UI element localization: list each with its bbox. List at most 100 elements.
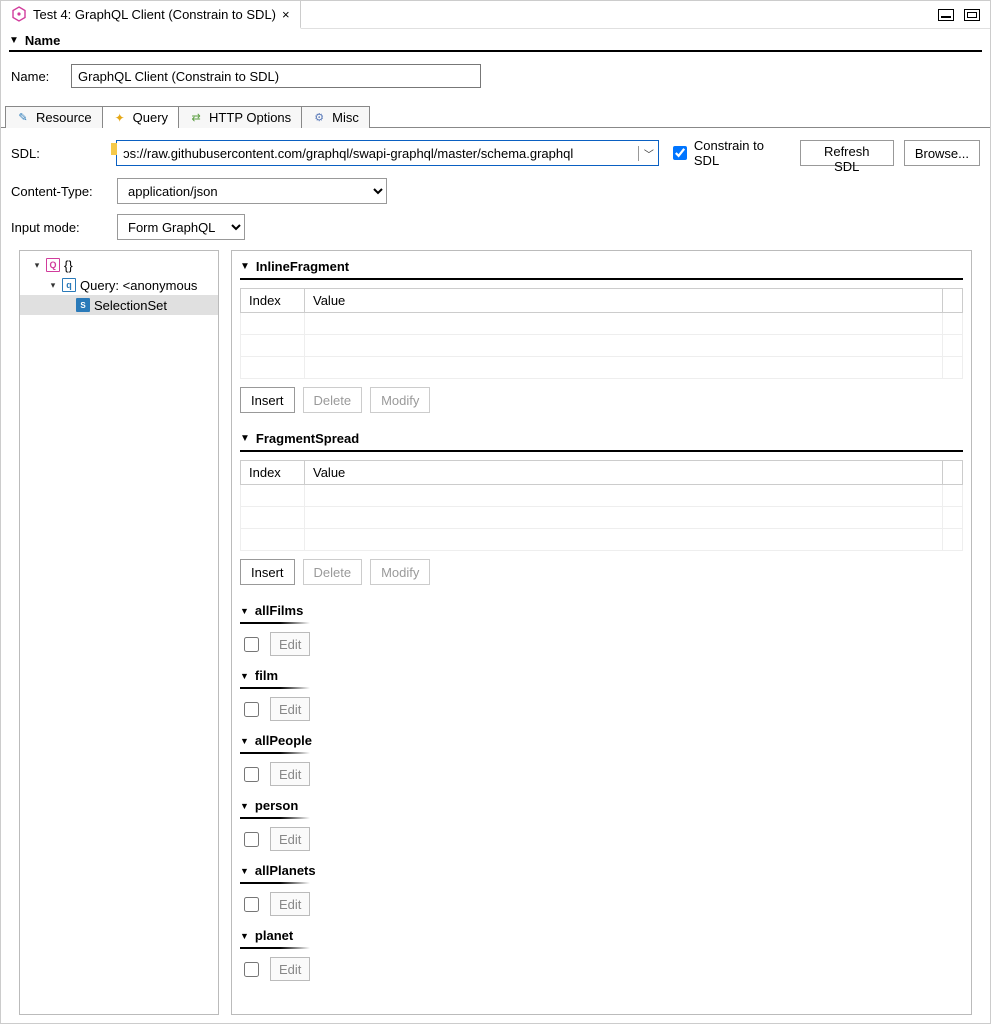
col-spacer	[943, 289, 963, 313]
field-enable-checkbox[interactable]	[244, 897, 259, 912]
field-planet: ▼ planet Edit	[240, 926, 963, 981]
modify-button: Modify	[370, 559, 430, 585]
change-marker-icon	[111, 143, 117, 155]
field-enable-checkbox[interactable]	[244, 767, 259, 782]
name-section-title: Name	[25, 33, 60, 48]
tab-resource-label: Resource	[36, 110, 92, 125]
collapse-icon[interactable]: ▼	[240, 606, 249, 616]
tab-misc[interactable]: ⚙ Misc	[301, 106, 370, 128]
modify-button: Modify	[370, 387, 430, 413]
section-divider	[240, 687, 310, 689]
inline-fragment-section: ▼ InlineFragment Index Value	[240, 257, 963, 413]
section-divider	[240, 882, 310, 884]
constrain-checkbox[interactable]: Constrain to SDL	[669, 138, 789, 168]
field-person: ▼ person Edit	[240, 796, 963, 851]
insert-button[interactable]: Insert	[240, 559, 295, 585]
edit-button[interactable]: Edit	[270, 697, 310, 721]
input-mode-select[interactable]: Form GraphQL	[117, 214, 245, 240]
field-enable-checkbox[interactable]	[244, 637, 259, 652]
col-value[interactable]: Value	[305, 289, 943, 313]
field-title: person	[255, 798, 298, 813]
refresh-sdl-button[interactable]: Refresh SDL	[800, 140, 894, 166]
collapse-icon[interactable]: ▼	[240, 931, 249, 941]
edit-button[interactable]: Edit	[270, 892, 310, 916]
minimize-icon[interactable]	[938, 9, 954, 21]
edit-button[interactable]: Edit	[270, 827, 310, 851]
field-title: allPlanets	[255, 863, 316, 878]
tree-root-label: {}	[64, 258, 73, 273]
edit-button[interactable]: Edit	[270, 632, 310, 656]
field-enable-checkbox[interactable]	[244, 962, 259, 977]
inline-fragment-table[interactable]: Index Value	[240, 288, 963, 379]
collapse-icon[interactable]: ▼	[9, 35, 19, 46]
tree-root[interactable]: ▾ Q {}	[20, 255, 218, 275]
constrain-checkbox-input[interactable]	[673, 146, 687, 160]
collapse-icon[interactable]: ▼	[240, 433, 250, 444]
insert-button[interactable]: Insert	[240, 387, 295, 413]
field-allFilms: ▼ allFilms Edit	[240, 601, 963, 656]
table-row[interactable]	[241, 335, 963, 357]
edit-button[interactable]: Edit	[270, 762, 310, 786]
input-mode-label: Input mode:	[11, 220, 109, 235]
field-allPlanets: ▼ allPlanets Edit	[240, 861, 963, 916]
tab-http-options[interactable]: ⇄ HTTP Options	[178, 106, 302, 128]
field-title: allFilms	[255, 603, 303, 618]
query-panel: SDL: ﹀ Constrain to SDL Refresh SDL Brow…	[1, 128, 990, 1023]
chevron-down-icon[interactable]: ▾	[48, 280, 58, 291]
table-row[interactable]	[241, 529, 963, 551]
field-enable-checkbox[interactable]	[244, 702, 259, 717]
table-row[interactable]	[241, 313, 963, 335]
fragment-spread-table[interactable]: Index Value	[240, 460, 963, 551]
selection-badge-icon: S	[76, 298, 90, 312]
constrain-label: Constrain to SDL	[694, 138, 790, 168]
collapse-icon[interactable]: ▼	[240, 866, 249, 876]
chevron-down-icon[interactable]: ﹀	[638, 146, 658, 161]
field-title: planet	[255, 928, 293, 943]
editor-tab[interactable]: Test 4: GraphQL Client (Constrain to SDL…	[1, 1, 301, 29]
browse-button[interactable]: Browse...	[904, 140, 980, 166]
name-input[interactable]	[71, 64, 481, 88]
col-index[interactable]: Index	[241, 461, 305, 485]
tab-resource[interactable]: ✎ Resource	[5, 106, 103, 128]
gear-icon: ⇄	[189, 111, 203, 125]
fragment-spread-section: ▼ FragmentSpread Index Value	[240, 429, 963, 585]
field-header: ▼ person	[240, 796, 963, 815]
tree-panel[interactable]: ▾ Q {} ▾ q Query: <anonymous S Selection…	[19, 250, 219, 1015]
col-value[interactable]: Value	[305, 461, 943, 485]
collapse-icon[interactable]: ▼	[240, 261, 250, 272]
table-row[interactable]	[241, 357, 963, 379]
star-icon: ✦	[113, 111, 127, 125]
tree-query-label: Query: <anonymous	[80, 278, 197, 293]
section-divider	[240, 817, 310, 819]
close-icon[interactable]: ×	[282, 7, 290, 22]
field-row: Edit	[240, 892, 963, 916]
content-type-label: Content-Type:	[11, 184, 109, 199]
delete-button: Delete	[303, 559, 363, 585]
table-row[interactable]	[241, 485, 963, 507]
tree-query-anon[interactable]: ▾ q Query: <anonymous	[20, 275, 218, 295]
maximize-icon[interactable]	[964, 9, 980, 21]
top-tab-bar: Test 4: GraphQL Client (Constrain to SDL…	[1, 1, 990, 29]
query-badge-icon: Q	[46, 258, 60, 272]
chevron-down-icon[interactable]: ▾	[32, 260, 42, 271]
content-type-select[interactable]: application/json	[117, 178, 387, 204]
field-row: Edit	[240, 957, 963, 981]
sdl-input[interactable]	[117, 144, 638, 163]
main-tabs: ✎ Resource ✦ Query ⇄ HTTP Options ⚙ Misc	[1, 102, 990, 128]
col-index[interactable]: Index	[241, 289, 305, 313]
field-film: ▼filmEdit	[240, 666, 963, 721]
collapse-icon[interactable]: ▼	[240, 671, 249, 681]
tree-selection-set[interactable]: S SelectionSet	[20, 295, 218, 315]
name-section-header: ▼ Name	[1, 29, 990, 50]
field-header: ▼ allPlanets	[240, 861, 963, 880]
tab-query[interactable]: ✦ Query	[102, 106, 179, 128]
name-label: Name:	[11, 69, 61, 84]
field-enable-checkbox[interactable]	[244, 832, 259, 847]
collapse-icon[interactable]: ▼	[240, 736, 249, 746]
table-row[interactable]	[241, 507, 963, 529]
field-row: Edit	[240, 632, 963, 656]
sdl-combo[interactable]: ﹀	[116, 140, 659, 166]
edit-button[interactable]: Edit	[270, 957, 310, 981]
section-divider	[240, 622, 310, 624]
collapse-icon[interactable]: ▼	[240, 801, 249, 811]
